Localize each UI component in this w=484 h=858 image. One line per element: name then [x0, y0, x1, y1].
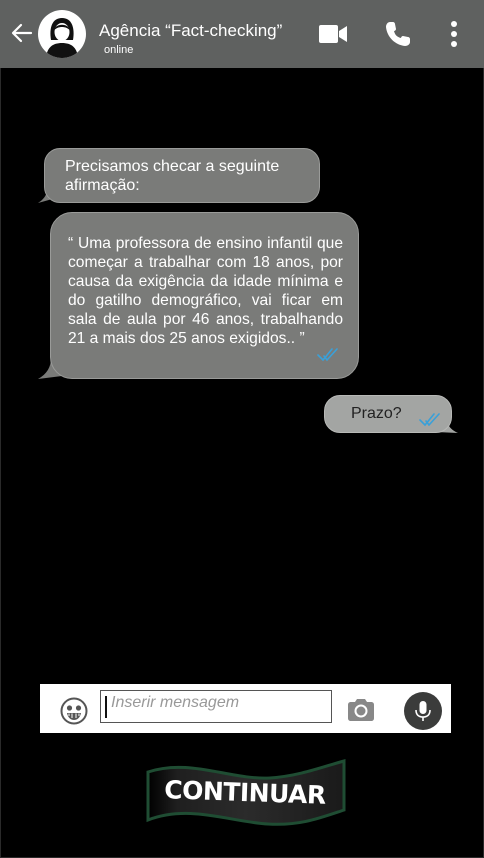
message-bubble-incoming: Precisamos checar a seguinte afirmação:: [44, 148, 320, 203]
woman-avatar-icon: [46, 18, 78, 58]
message-text: Prazo?: [351, 405, 402, 422]
microphone-button[interactable]: [404, 692, 442, 730]
message-bubble-incoming: “ Uma professora de ensino infantil que …: [50, 212, 359, 379]
video-call-icon[interactable]: [318, 23, 348, 45]
emoji-icon[interactable]: [60, 697, 88, 725]
message-bubble-outgoing: Prazo?: [324, 395, 452, 433]
text-cursor: [105, 696, 107, 718]
message-text: Precisamos checar a seguinte afirmação:: [65, 158, 280, 194]
microphone-icon: [415, 701, 431, 721]
avatar[interactable]: [38, 10, 86, 58]
message-composer: Inserir mensagem: [40, 684, 451, 733]
double-check-icon: [419, 413, 440, 427]
double-check-icon: [317, 348, 338, 362]
contact-name[interactable]: Agência “Fact-checking”: [99, 21, 282, 41]
message-input-placeholder: Inserir mensagem: [111, 694, 240, 711]
phone-call-icon[interactable]: [384, 20, 412, 48]
continue-button[interactable]: CONTINUAR: [140, 758, 350, 828]
chat-header: Agência “Fact-checking” online: [0, 0, 484, 68]
message-text: “ Uma professora de ensino infantil que …: [68, 235, 343, 347]
back-arrow-icon[interactable]: [9, 20, 35, 46]
camera-icon[interactable]: [346, 698, 376, 722]
message-input[interactable]: Inserir mensagem: [100, 690, 332, 723]
more-options-icon[interactable]: [446, 18, 462, 50]
contact-status: online: [104, 44, 134, 56]
